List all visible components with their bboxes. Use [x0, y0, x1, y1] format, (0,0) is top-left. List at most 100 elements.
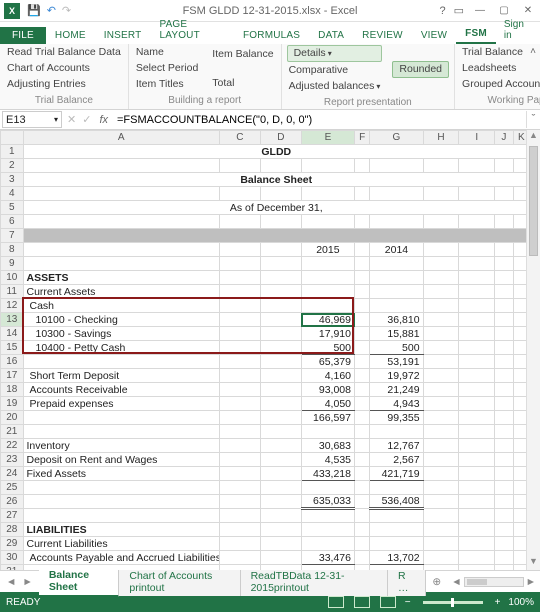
- cell-A3[interactable]: Balance Sheet: [23, 173, 530, 187]
- cell-A15[interactable]: 10400 - Petty Cash: [23, 341, 219, 355]
- view-page-break-icon[interactable]: [380, 596, 396, 608]
- cell-I9[interactable]: [459, 257, 495, 271]
- cell-E30[interactable]: 33,476: [301, 551, 354, 565]
- cell-A22[interactable]: Inventory: [23, 439, 219, 453]
- cell-H31[interactable]: [423, 565, 459, 571]
- cell-I22[interactable]: [459, 439, 495, 453]
- cell-J26[interactable]: [495, 495, 513, 509]
- cell-D26[interactable]: [260, 495, 301, 509]
- cell-G20[interactable]: 99,355: [370, 411, 423, 425]
- cell-J18[interactable]: [495, 383, 513, 397]
- row-header-22[interactable]: 22: [1, 439, 24, 453]
- cell-I29[interactable]: [459, 537, 495, 551]
- cell-D24[interactable]: [260, 467, 301, 481]
- row-header-21[interactable]: 21: [1, 425, 24, 439]
- cell-F24[interactable]: [355, 467, 370, 481]
- cell-H26[interactable]: [423, 495, 459, 509]
- row-header-15[interactable]: 15: [1, 341, 24, 355]
- cell-H30[interactable]: [423, 551, 459, 565]
- cell-C27[interactable]: [219, 509, 260, 523]
- cell-J30[interactable]: [495, 551, 513, 565]
- cell-C19[interactable]: [219, 397, 260, 411]
- sheet-tab-r[interactable]: R …: [388, 568, 426, 596]
- row-header-26[interactable]: 26: [1, 495, 24, 509]
- cell-D23[interactable]: [260, 453, 301, 467]
- cell-F12[interactable]: [355, 299, 370, 313]
- qat-undo-icon[interactable]: ↶: [47, 4, 56, 17]
- read-trial-balance-button[interactable]: Read Trial Balance Data: [5, 45, 123, 60]
- cell-D4[interactable]: [260, 187, 301, 201]
- leadsheets-button[interactable]: Leadsheets: [460, 61, 540, 76]
- cell-C10[interactable]: [219, 271, 260, 285]
- cell-D31[interactable]: [260, 565, 301, 571]
- cell-I4[interactable]: [459, 187, 495, 201]
- cell-G28[interactable]: [370, 523, 423, 537]
- cell-H19[interactable]: [423, 397, 459, 411]
- cell-D21[interactable]: [260, 425, 301, 439]
- row-header-31[interactable]: 31: [1, 565, 24, 571]
- cell-E13[interactable]: 46,969: [301, 313, 354, 327]
- sheet-nav[interactable]: ◄ ►: [0, 576, 39, 588]
- sheet-nav-next-icon[interactable]: ►: [20, 576, 34, 588]
- row-header-23[interactable]: 23: [1, 453, 24, 467]
- cell-H15[interactable]: [423, 341, 459, 355]
- cell-I30[interactable]: [459, 551, 495, 565]
- cell-I13[interactable]: [459, 313, 495, 327]
- cell-A8[interactable]: [23, 243, 219, 257]
- cell-C11[interactable]: [219, 285, 260, 299]
- item-titles-button[interactable]: Item Titles: [134, 77, 200, 92]
- cell-I23[interactable]: [459, 453, 495, 467]
- cancel-formula-icon[interactable]: ✕: [64, 113, 79, 126]
- cell-G19[interactable]: 4,943: [370, 397, 423, 411]
- cell-J23[interactable]: [495, 453, 513, 467]
- grid-area[interactable]: ACDEFGHIJK1GLDD23Balance Sheet45As of De…: [0, 130, 540, 570]
- cell-J20[interactable]: [495, 411, 513, 425]
- row-header-19[interactable]: 19: [1, 397, 24, 411]
- cell-I12[interactable]: [459, 299, 495, 313]
- cell-D13[interactable]: [260, 313, 301, 327]
- collapse-ribbon-icon[interactable]: ˄: [530, 46, 536, 57]
- cell-E18[interactable]: 93,008: [301, 383, 354, 397]
- cell-F19[interactable]: [355, 397, 370, 411]
- cell-D20[interactable]: [260, 411, 301, 425]
- signin-link[interactable]: Sign in: [496, 16, 540, 44]
- cell-C25[interactable]: [219, 481, 260, 495]
- cell-D22[interactable]: [260, 439, 301, 453]
- cell-E15[interactable]: 500: [301, 341, 354, 355]
- horizontal-scrollbar[interactable]: [464, 577, 524, 587]
- cell-F21[interactable]: [355, 425, 370, 439]
- cell-E14[interactable]: 17,910: [301, 327, 354, 341]
- grouped-accounts-button[interactable]: Grouped Accounts Sheets: [460, 77, 540, 92]
- row-header-29[interactable]: 29: [1, 537, 24, 551]
- cell-H29[interactable]: [423, 537, 459, 551]
- cell-D16[interactable]: [260, 355, 301, 369]
- horizontal-scroll[interactable]: ◄ ►: [447, 576, 540, 588]
- cell-H23[interactable]: [423, 453, 459, 467]
- cell-A30[interactable]: Accounts Payable and Accrued Liabilities: [23, 551, 219, 565]
- cell-I21[interactable]: [459, 425, 495, 439]
- cell-F14[interactable]: [355, 327, 370, 341]
- row-header-6[interactable]: 6: [1, 215, 24, 229]
- cell-J27[interactable]: [495, 509, 513, 523]
- tab-insert[interactable]: INSERT: [95, 27, 151, 44]
- cell-G13[interactable]: 36,810: [370, 313, 423, 327]
- cell-F26[interactable]: [355, 495, 370, 509]
- cell-J16[interactable]: [495, 355, 513, 369]
- cell-E2[interactable]: [301, 159, 354, 173]
- cell-D29[interactable]: [260, 537, 301, 551]
- cell-I16[interactable]: [459, 355, 495, 369]
- cell-E24[interactable]: 433,218: [301, 467, 354, 481]
- cell-G10[interactable]: [370, 271, 423, 285]
- cell-H18[interactable]: [423, 383, 459, 397]
- cell-D19[interactable]: [260, 397, 301, 411]
- row-header-17[interactable]: 17: [1, 369, 24, 383]
- cell-G30[interactable]: 13,702: [370, 551, 423, 565]
- cell-G27[interactable]: [370, 509, 423, 523]
- row-header-20[interactable]: 20: [1, 411, 24, 425]
- cell-J15[interactable]: [495, 341, 513, 355]
- scroll-left-icon[interactable]: ◄: [451, 576, 461, 588]
- cell-G23[interactable]: 2,567: [370, 453, 423, 467]
- cell-C4[interactable]: [219, 187, 260, 201]
- chart-of-accounts-button[interactable]: Chart of Accounts: [5, 61, 123, 76]
- name-box[interactable]: E13▾: [2, 111, 62, 128]
